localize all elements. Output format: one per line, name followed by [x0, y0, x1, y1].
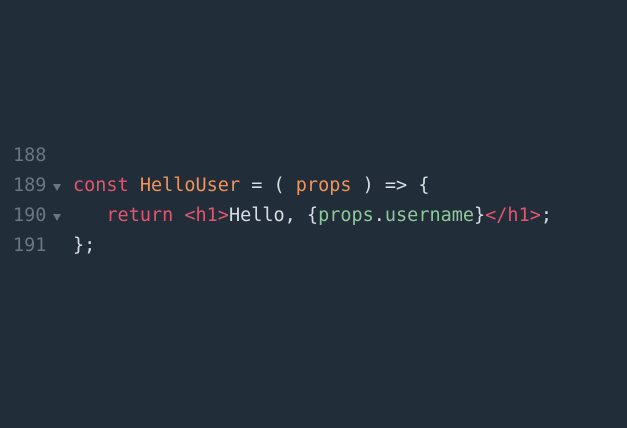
- line-number: 191: [13, 235, 47, 256]
- dot-operator: .: [373, 205, 385, 226]
- object-name: props: [318, 205, 374, 226]
- fold-chevron-down-icon[interactable]: [52, 201, 64, 231]
- code-line-189[interactable]: 189 const HelloUser = ( props ) => {: [0, 171, 627, 201]
- code-operator: ) => {: [351, 175, 430, 196]
- code-line-190[interactable]: 190 return <h1>Hello, {props.username}</…: [0, 201, 627, 231]
- code-area[interactable]: 188 189 const HelloUser = ( props ) => {…: [0, 141, 627, 261]
- closing-brace: };: [73, 235, 96, 256]
- code-operator: = (: [240, 175, 296, 196]
- keyword-return: return: [106, 205, 174, 226]
- semicolon: ;: [540, 205, 552, 226]
- property-name: username: [384, 205, 475, 226]
- fold-chevron-down-icon[interactable]: [52, 171, 64, 201]
- code-line-188[interactable]: 188: [0, 141, 627, 171]
- brace-close: }: [474, 205, 486, 226]
- line-number: 190: [13, 205, 47, 226]
- function-name: HelloUser: [139, 175, 241, 196]
- jsx-text: Hello,: [228, 205, 307, 226]
- code-line-191[interactable]: 191 };: [0, 231, 627, 261]
- keyword-const: const: [73, 175, 129, 196]
- jsx-tag-close: </h1>: [485, 205, 541, 226]
- code-editor[interactable]: 188 189 const HelloUser = ( props ) => {…: [0, 0, 627, 428]
- function-parameter: props: [295, 175, 352, 196]
- code-text: const HelloUser = ( props ) => {: [73, 171, 429, 201]
- brace-open: {: [306, 205, 319, 226]
- jsx-tag-open: <h1>: [184, 205, 229, 226]
- code-text: };: [73, 231, 95, 261]
- line-number: 188: [13, 145, 47, 166]
- code-text: return <h1>Hello, {props.username}</h1>;: [73, 201, 552, 231]
- line-number: 189: [13, 175, 47, 196]
